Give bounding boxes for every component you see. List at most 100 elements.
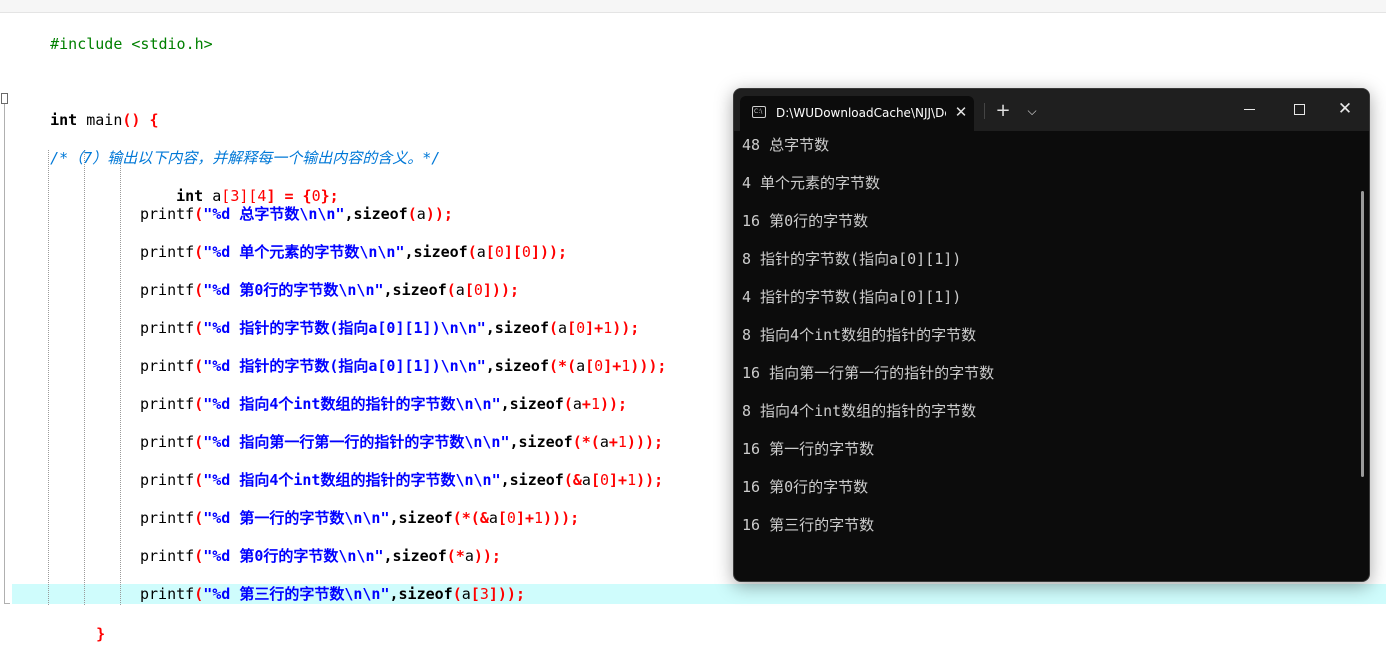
string-literal: "%d 指针的字节数(指向a[0][1])\n\n" — [203, 319, 486, 337]
code-line-printf[interactable]: printf("%d 指针的字节数(指向a[0][1])\n\n",sizeof… — [140, 318, 639, 338]
editor-top-strip — [0, 0, 1386, 13]
string-literal: "%d 指向第一行第一行的指针的字节数\n\n" — [203, 433, 510, 451]
sizeof-args: (a[0]+1)); — [549, 319, 640, 337]
function-call: printf — [140, 319, 195, 337]
keyword: int — [50, 111, 78, 129]
fold-guide — [4, 104, 5, 604]
code-line-main[interactable]: int main() { — [14, 90, 158, 129]
operator: ] = { — [266, 187, 312, 205]
open-paren: ( — [194, 205, 204, 223]
tab-divider — [984, 103, 985, 119]
sizeof-keyword: ,sizeof — [389, 585, 453, 603]
scrollbar[interactable] — [1361, 191, 1364, 477]
close-window-button[interactable]: ✕ — [1330, 97, 1360, 121]
sizeof-keyword: ,sizeof — [500, 471, 564, 489]
terminal-output-line: 8 指向4个int数组的指针的字节数 — [742, 326, 977, 344]
terminal-tab[interactable]: C:\ D:\WUDownloadCache\NJJ\Debug\Project… — [740, 96, 974, 131]
comment: /*（7）输出以下内容，并解释每一个输出内容的含义。*/ — [50, 149, 441, 167]
sizeof-keyword: ,sizeof — [383, 281, 447, 299]
new-tab-button[interactable]: + — [994, 101, 1012, 121]
string-literal: "%d 指针的字节数(指向a[0][1])\n\n" — [203, 357, 486, 375]
maximize-icon — [1293, 103, 1305, 115]
function-call: printf — [140, 205, 195, 223]
terminal-output-line: 16 第0行的字节数 — [742, 212, 869, 230]
terminal-output-line: 16 指向第一行第一行的指针的字节数 — [742, 364, 995, 382]
code-line-printf[interactable]: printf("%d 指向第一行第一行的指针的字节数\n\n",sizeof(*… — [140, 432, 663, 452]
string-literal: "%d 指向4个int数组的指针的字节数\n\n" — [203, 471, 501, 489]
sizeof-keyword: ,sizeof — [485, 357, 549, 375]
sizeof-keyword: ,sizeof — [485, 319, 549, 337]
terminal-output[interactable]: 48 总字节数 4 单个元素的字节数 16 第0行的字节数 8 指针的字节数(指向a[… — [734, 131, 1369, 581]
sizeof-args: (a[0])); — [446, 281, 519, 299]
function-call: printf — [140, 281, 195, 299]
code-line-comment[interactable]: /*（7）输出以下内容，并解释每一个输出内容的含义。*/ — [14, 128, 440, 167]
number: 0 — [311, 187, 321, 205]
function-call: printf — [140, 585, 195, 603]
string-literal: "%d 总字节数\n\n" — [203, 205, 345, 223]
sizeof-args: (a[3])); — [452, 585, 525, 603]
string-literal: "%d 第一行的字节数\n\n" — [203, 509, 390, 527]
minimize-button[interactable] — [1234, 97, 1264, 121]
code-line-printf[interactable]: printf("%d 总字节数\n\n",sizeof(a)); — [140, 204, 453, 224]
console-icon: C:\ — [752, 106, 766, 118]
keyword: int — [176, 187, 204, 205]
identifier: a — [203, 187, 222, 205]
function-call: printf — [140, 395, 195, 413]
code-line-printf[interactable]: printf("%d 第0行的字节数\n\n",sizeof(*a)); — [140, 546, 501, 566]
terminal-output-line: 16 第一行的字节数 — [742, 440, 875, 458]
code-line-include[interactable]: #include <stdio.h> — [14, 14, 213, 53]
sizeof-args: (*(a[0]+1))); — [549, 357, 667, 375]
fold-guide-end — [4, 603, 10, 604]
code-line-printf[interactable]: printf("%d 指针的字节数(指向a[0][1])\n\n",sizeof… — [140, 356, 666, 376]
function-call: printf — [140, 509, 195, 527]
sizeof-args: (*a)); — [446, 547, 501, 565]
sizeof-keyword: ,sizeof — [500, 395, 564, 413]
open-paren: ( — [194, 471, 204, 489]
maximize-button[interactable] — [1284, 97, 1314, 121]
code-line-printf[interactable]: printf("%d 指向4个int数组的指针的字节数\n\n",sizeof(… — [140, 470, 663, 490]
sizeof-keyword: ,sizeof — [509, 433, 573, 451]
open-paren: ( — [194, 243, 204, 261]
bracket: [ — [221, 187, 231, 205]
open-paren: ( — [194, 585, 204, 603]
string-literal: "%d 第0行的字节数\n\n" — [203, 281, 384, 299]
open-paren: ( — [194, 281, 204, 299]
function-call: printf — [140, 243, 195, 261]
sizeof-keyword: ,sizeof — [383, 547, 447, 565]
function-call: printf — [140, 357, 195, 375]
brace: }; — [320, 187, 339, 205]
sizeof-keyword: ,sizeof — [389, 509, 453, 527]
chevron-down-icon[interactable]: ⌵ — [1024, 101, 1040, 121]
number: 3 — [230, 187, 240, 205]
indent-guide — [48, 150, 49, 605]
function-call: printf — [140, 547, 195, 565]
function-name: main — [77, 111, 123, 129]
closing-brace: } — [96, 625, 106, 643]
open-paren: ( — [194, 509, 204, 527]
open-paren: ( — [194, 357, 204, 375]
bracket: ][ — [239, 187, 258, 205]
close-tab-icon[interactable]: ✕ — [952, 103, 970, 121]
tab-title: D:\WUDownloadCache\NJJ\Debug\Project1.ex… — [776, 106, 946, 120]
indent-guide — [120, 150, 121, 605]
terminal-output-line: 16 第0行的字节数 — [742, 478, 869, 496]
code-line-printf[interactable]: printf("%d 第0行的字节数\n\n",sizeof(a[0])); — [140, 280, 519, 300]
code-line-closing-brace[interactable]: } — [60, 604, 105, 643]
terminal-window[interactable]: C:\ D:\WUDownloadCache\NJJ\Debug\Project… — [733, 88, 1370, 582]
open-paren: ( — [194, 319, 204, 337]
minimize-icon — [1243, 108, 1255, 110]
sizeof-args: (a[0][0])); — [467, 243, 568, 261]
code-line-printf[interactable]: printf("%d 第三行的字节数\n\n",sizeof(a[3])); — [140, 584, 525, 604]
sizeof-keyword: ,sizeof — [344, 205, 408, 223]
terminal-titlebar[interactable]: C:\ D:\WUDownloadCache\NJJ\Debug\Project… — [734, 89, 1369, 131]
code-line-printf[interactable]: printf("%d 指向4个int数组的指针的字节数\n\n",sizeof(… — [140, 394, 627, 414]
fold-toggle-icon[interactable] — [1, 93, 8, 104]
sizeof-args: (*(&a[0]+1))); — [452, 509, 580, 527]
code-line-declaration[interactable]: int a[3][4] = {0}; — [140, 166, 339, 205]
terminal-output-line: 4 指针的字节数(指向a[0][1]) — [742, 288, 962, 306]
code-line-printf[interactable]: printf("%d 第一行的字节数\n\n",sizeof(*(&a[0]+1… — [140, 508, 579, 528]
code-line-printf[interactable]: printf("%d 单个元素的字节数\n\n",sizeof(a[0][0])… — [140, 242, 567, 262]
function-call: printf — [140, 471, 195, 489]
terminal-output-line: 4 单个元素的字节数 — [742, 174, 881, 192]
open-paren: ( — [194, 395, 204, 413]
